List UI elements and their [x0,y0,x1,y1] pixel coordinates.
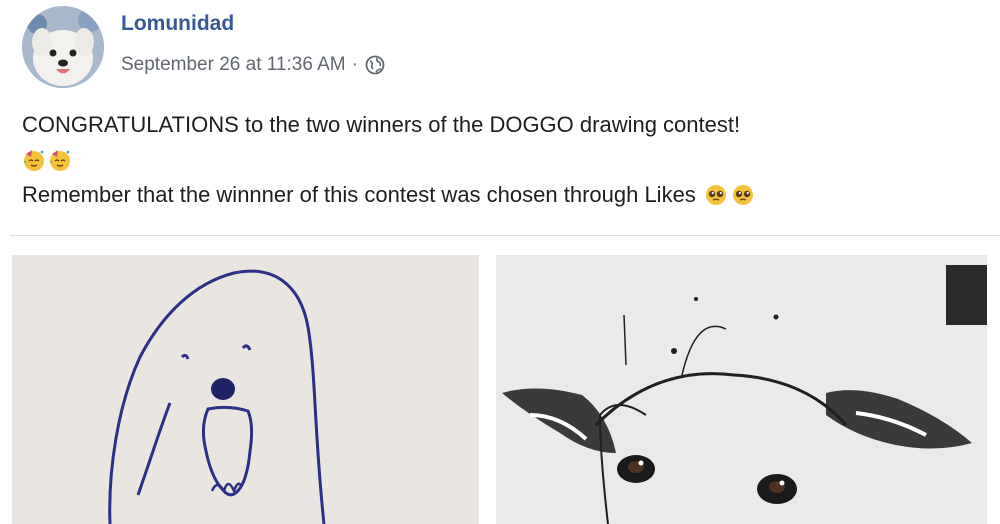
photo-ink-dog-drawing[interactable] [496,255,987,524]
timestamp-link[interactable]: September 26 at 11:36 AM [121,54,346,76]
globe-icon[interactable] [364,54,386,76]
pleading-face-icon [705,185,726,205]
post-meta: September 26 at 11:36 AM · [121,54,386,76]
post-text-line-3: Remember that the winnner of this contes… [22,182,755,208]
meta-separator: · [351,54,358,75]
post-divider [10,235,1000,236]
photo-simple-dog-drawing[interactable] [12,255,479,524]
party-face-icon [49,150,70,171]
party-face-icon [23,150,44,171]
pleading-face-icon [732,185,753,205]
post-emoji-line-3 [704,183,755,207]
author-name-link[interactable]: Lomunidad [121,12,234,36]
post-text-line-3-label: Remember that the winnner of this contes… [22,182,696,207]
post-text-line-1: CONGRATULATIONS to the two winners of th… [22,112,741,137]
ink-dog-drawing-image [496,255,987,524]
dog-avatar-image [22,6,104,88]
author-avatar[interactable] [22,6,104,88]
simple-dog-drawing-image [12,255,479,524]
post-emoji-line-2 [22,148,72,172]
